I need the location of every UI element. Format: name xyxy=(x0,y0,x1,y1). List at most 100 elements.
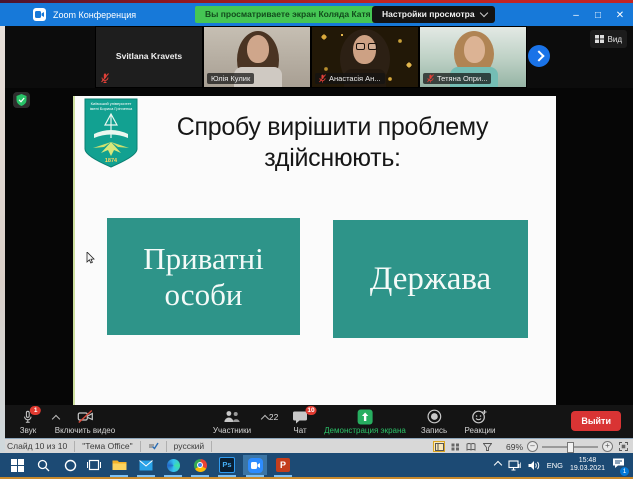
participant-tile-svitlana[interactable]: Svitlana Kravets xyxy=(95,26,203,88)
network-icon[interactable] xyxy=(508,460,521,471)
participants-button[interactable]: 22 Участники xyxy=(213,408,251,435)
zoom-out-button[interactable]: – xyxy=(527,441,538,452)
screen-share-banner: Вы просматриваете экран Коляда Катя xyxy=(195,6,381,23)
slide-sorter-view-button[interactable] xyxy=(449,441,461,452)
photoshop-button[interactable]: Ps xyxy=(215,455,239,475)
record-icon xyxy=(427,409,442,424)
record-label: Запись xyxy=(421,426,447,435)
card-left-line2: особи xyxy=(143,277,263,313)
participant-name: Svitlana Kravets xyxy=(96,51,202,61)
hidden-icons-caret[interactable] xyxy=(493,461,501,469)
clock[interactable]: 15:48 19.03.2021 xyxy=(570,457,605,473)
zoom-toolbar: 1 Звук Включить видео 22 xyxy=(0,405,633,438)
edge-button[interactable] xyxy=(161,455,185,475)
action-center-button[interactable]: 1 xyxy=(612,456,625,474)
zoom-app-icon xyxy=(33,8,46,21)
theme-name: "Тема Office" xyxy=(75,441,140,452)
minimize-button[interactable]: – xyxy=(565,6,587,26)
chevron-right-icon xyxy=(533,50,544,61)
windows-logo-icon xyxy=(11,459,24,472)
view-settings-label: Настройки просмотра xyxy=(382,6,475,23)
task-view-icon xyxy=(87,459,101,471)
chat-button[interactable]: 10 Чат xyxy=(293,408,308,435)
zoom-slider[interactable] xyxy=(542,446,598,448)
keyboard-language[interactable]: ENG xyxy=(547,461,563,470)
chrome-button[interactable] xyxy=(188,455,212,475)
zoom-taskbar-button[interactable] xyxy=(243,455,267,475)
participants-label: Участники xyxy=(213,426,251,435)
start-button[interactable] xyxy=(5,455,29,475)
participant-name-chip: Юлія Кулик xyxy=(207,73,254,84)
file-explorer-icon xyxy=(112,459,127,471)
system-tray: ENG 15:48 19.03.2021 1 xyxy=(495,453,633,477)
ppt-status-bar: Слайд 10 из 10 "Тема Office" русский 69% xyxy=(0,438,633,454)
participant-tile-tetiana[interactable]: Тетяна Опри... xyxy=(419,26,527,88)
slide-title-line2: здійснюють: xyxy=(113,143,552,174)
encryption-shield-chip[interactable] xyxy=(13,92,30,108)
search-button[interactable] xyxy=(31,455,55,475)
speaker-icon[interactable] xyxy=(528,460,540,471)
card-state: Держава xyxy=(333,220,528,338)
maximize-button[interactable]: □ xyxy=(587,6,609,26)
slideshow-icon xyxy=(483,443,492,451)
slide-title: Спробу вирішити проблему здійснюють: xyxy=(113,112,552,174)
card-left-line1: Приватні xyxy=(143,241,263,277)
share-screen-icon xyxy=(357,409,373,425)
share-screen-button[interactable]: Демонстрация экрана xyxy=(324,408,406,435)
task-view-button[interactable] xyxy=(82,455,106,475)
view-settings-button[interactable]: Настройки просмотра xyxy=(372,6,495,23)
screen-edge-artifact-left xyxy=(0,26,5,452)
powerpoint-button[interactable]: P xyxy=(271,455,295,475)
reactions-button[interactable]: Реакции xyxy=(465,408,496,435)
participants-filmstrip: Svitlana Kravets Юлія Кулик Анастасія Ан… xyxy=(0,26,633,88)
zoom-meeting-window: Zoom Конференция Вы просматриваете экран… xyxy=(0,0,633,479)
tray-date: 19.03.2021 xyxy=(570,465,605,473)
security-shield-icon xyxy=(16,94,27,106)
chevron-down-icon xyxy=(479,9,487,17)
start-video-label: Включить видео xyxy=(55,426,115,435)
zoom-title-bar: Zoom Конференция Вы просматриваете экран… xyxy=(0,3,633,26)
file-explorer-button[interactable] xyxy=(107,455,131,475)
window-title: Zoom Конференция xyxy=(53,10,136,20)
participant-tile-yuliia[interactable]: Юлія Кулик xyxy=(203,26,311,88)
photoshop-icon: Ps xyxy=(219,457,235,473)
glasses xyxy=(356,43,377,50)
notification-badge: 1 xyxy=(620,467,629,476)
zoom-in-button[interactable]: + xyxy=(602,441,613,452)
close-button[interactable]: ✕ xyxy=(609,6,631,26)
spellcheck-button[interactable] xyxy=(141,441,167,452)
chrome-icon xyxy=(194,459,207,472)
grid-icon xyxy=(595,35,604,43)
zoom-slider-thumb[interactable] xyxy=(567,442,574,453)
windows-taskbar: Ps P ENG 15:48 19.03.2021 1 xyxy=(0,453,633,477)
zoom-percent[interactable]: 69% xyxy=(497,442,523,452)
start-video-button[interactable]: Включить видео xyxy=(55,408,115,435)
card-right-label: Держава xyxy=(370,261,491,298)
record-button[interactable]: Запись xyxy=(421,408,447,435)
participant-name: Анастасія Ан... xyxy=(329,74,381,83)
participants-count: 22 xyxy=(269,412,278,422)
mute-label: Звук xyxy=(20,426,36,435)
mute-button[interactable]: 1 Звук xyxy=(20,408,36,435)
cortana-icon xyxy=(64,459,77,472)
reading-view-button[interactable] xyxy=(465,441,477,452)
language-button[interactable]: русский xyxy=(167,441,213,452)
view-button-label: Вид xyxy=(608,35,622,44)
fit-to-window-button[interactable] xyxy=(617,441,629,452)
mail-button[interactable] xyxy=(134,455,158,475)
zoom-icon xyxy=(248,458,263,473)
cortana-button[interactable] xyxy=(58,455,82,475)
next-participants-button[interactable] xyxy=(528,45,550,67)
participant-tile-anastasiia[interactable]: Анастасія Ан... xyxy=(311,26,419,88)
view-layout-button[interactable]: Вид xyxy=(590,30,627,48)
leave-meeting-button[interactable]: Выйти xyxy=(571,411,621,431)
reactions-label: Реакции xyxy=(465,426,496,435)
tray-time: 15:48 xyxy=(570,457,605,465)
presentation-slide: Київський університет імені Бориса Грінч… xyxy=(73,96,556,405)
muted-mic-icon xyxy=(427,74,434,83)
mouse-cursor-icon xyxy=(86,252,95,264)
normal-view-button[interactable] xyxy=(433,441,445,452)
slideshow-view-button[interactable] xyxy=(481,441,493,452)
mute-badge: 1 xyxy=(30,406,41,415)
mail-icon xyxy=(139,460,153,471)
